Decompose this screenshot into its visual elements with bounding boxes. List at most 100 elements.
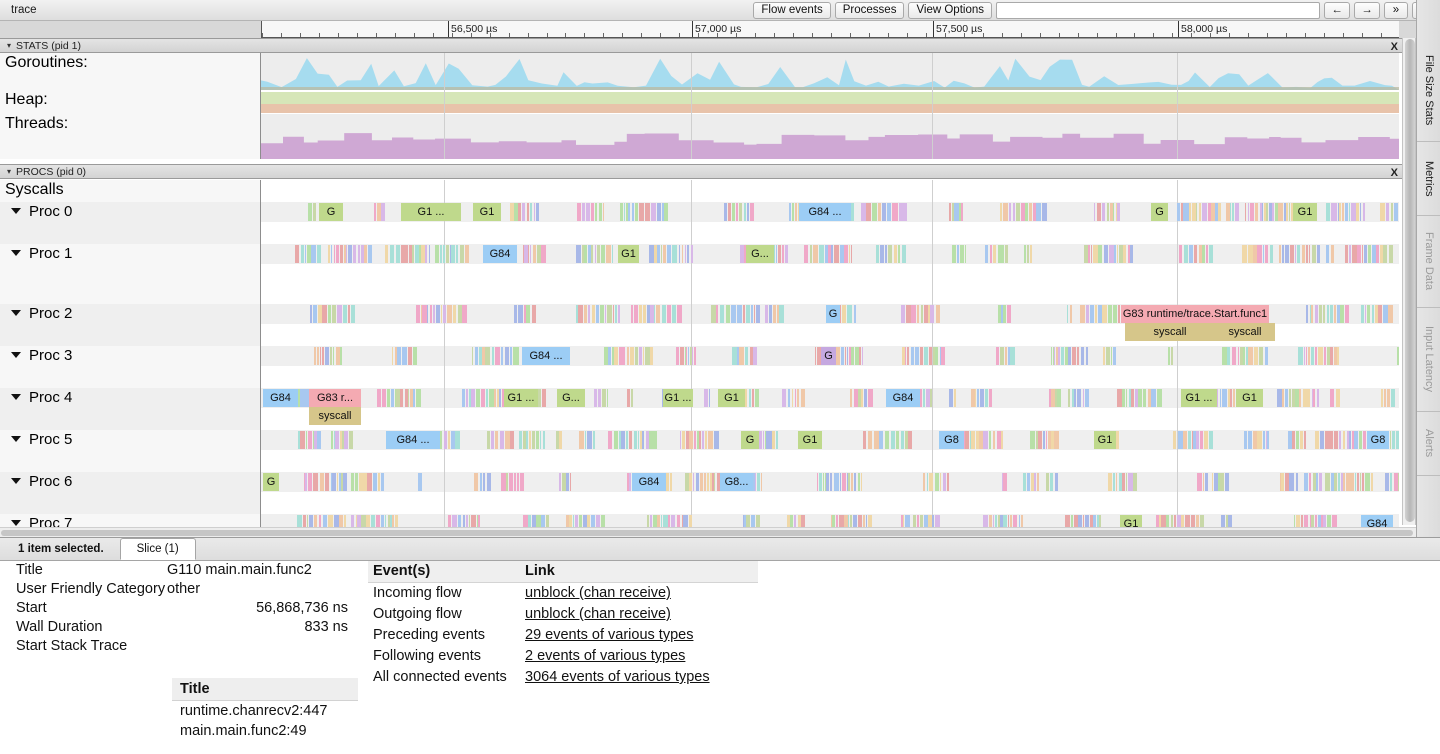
processes-button[interactable]: Processes (835, 2, 905, 19)
trace-slice[interactable] (1126, 389, 1127, 407)
side-tab-alerts[interactable]: Alerts (1417, 412, 1440, 476)
trace-slice[interactable] (514, 305, 517, 323)
trace-slice[interactable] (746, 305, 750, 323)
trace-slice[interactable] (743, 305, 744, 323)
trace-slice[interactable] (466, 389, 468, 407)
trace-slice[interactable] (337, 305, 342, 323)
trace-slice[interactable] (1386, 203, 1389, 221)
trace-slice[interactable] (591, 245, 593, 263)
trace-slice[interactable] (501, 347, 504, 365)
trace-slice[interactable] (940, 473, 942, 491)
trace-slice[interactable] (1102, 305, 1106, 323)
trace-slice[interactable] (1292, 431, 1295, 449)
track-label-proc-4[interactable]: Proc 4 (0, 388, 261, 430)
trace-slice[interactable] (1362, 473, 1365, 491)
trace-slice[interactable] (756, 305, 760, 323)
trace-slice[interactable] (1300, 431, 1302, 449)
trace-slice[interactable] (328, 245, 330, 263)
trace-slice[interactable] (313, 203, 316, 221)
trace-slice[interactable] (847, 305, 852, 323)
trace-slice[interactable] (1196, 515, 1199, 527)
trace-slice[interactable] (1363, 431, 1366, 449)
side-tab-metrics[interactable]: Metrics (1417, 142, 1440, 216)
trace-slice[interactable] (639, 305, 642, 323)
trace-slice[interactable] (868, 203, 871, 221)
trace-slice[interactable] (765, 305, 767, 323)
trace-slice[interactable] (1248, 203, 1249, 221)
timeline-vertical-scrollbar[interactable] (1402, 38, 1416, 525)
trace-slice[interactable] (1225, 473, 1229, 491)
trace-slice[interactable] (416, 305, 420, 323)
trace-slice[interactable] (739, 347, 743, 365)
trace-slice[interactable] (614, 431, 619, 449)
chevron-down-icon[interactable] (11, 394, 21, 400)
trace-slice[interactable] (519, 431, 522, 449)
trace-slice[interactable] (377, 389, 382, 407)
trace-slice[interactable] (1108, 305, 1112, 323)
trace-slice[interactable] (1381, 389, 1384, 407)
trace-slice[interactable] (1227, 347, 1230, 365)
trace-slice[interactable] (1036, 203, 1041, 221)
trace-slice[interactable] (472, 347, 474, 365)
trace-slice[interactable] (1230, 389, 1232, 407)
trace-slice[interactable] (1181, 515, 1184, 527)
trace-slice[interactable] (1021, 515, 1024, 527)
trace-slice[interactable] (694, 347, 696, 365)
trace-slice[interactable] (536, 431, 539, 449)
trace-slice[interactable] (510, 431, 514, 449)
trace-slice[interactable] (1174, 515, 1177, 527)
trace-slice[interactable] (755, 473, 756, 491)
trace-slice[interactable] (538, 389, 541, 407)
track-label-proc-1[interactable]: Proc 1 (0, 244, 261, 304)
trace-slice[interactable] (303, 515, 306, 527)
trace-slice-labeled[interactable]: G84 (483, 245, 517, 263)
trace-slice[interactable] (836, 515, 838, 527)
trace-slice[interactable] (456, 245, 458, 263)
trace-slice[interactable] (1313, 389, 1315, 407)
trace-slice[interactable] (429, 245, 430, 263)
trace-slice[interactable] (845, 347, 846, 365)
trace-slice[interactable] (708, 431, 713, 449)
trace-slice[interactable] (664, 203, 668, 221)
trace-slice[interactable] (782, 245, 784, 263)
trace-slice-labeled[interactable]: G (821, 347, 836, 365)
trace-slice[interactable] (662, 305, 666, 323)
trace-slice-labeled[interactable]: G (1151, 203, 1168, 221)
trace-slice[interactable] (913, 515, 916, 527)
trace-slice[interactable] (1113, 203, 1114, 221)
trace-slice[interactable] (298, 431, 300, 449)
chevron-down-icon[interactable]: ▾ (7, 168, 11, 176)
trace-slice[interactable] (1090, 305, 1094, 323)
trace-slice[interactable] (453, 305, 457, 323)
trace-slice[interactable] (1244, 431, 1248, 449)
trace-slice[interactable] (861, 389, 864, 407)
trace-slice[interactable] (1304, 515, 1309, 527)
trace-slice[interactable] (295, 245, 299, 263)
trace-slice[interactable] (1267, 431, 1269, 449)
trace-slice[interactable] (745, 347, 748, 365)
trace-slice[interactable] (526, 305, 530, 323)
trace-slice[interactable] (1067, 305, 1068, 323)
stats-graph-threads[interactable] (261, 114, 1399, 159)
trace-slice[interactable] (569, 515, 572, 527)
trace-slice[interactable] (924, 347, 928, 365)
trace-slice[interactable] (842, 473, 846, 491)
trace-slice[interactable] (679, 245, 681, 263)
trace-slice[interactable] (425, 245, 427, 263)
trace-slice[interactable] (328, 305, 331, 323)
trace-slice[interactable] (1057, 389, 1061, 407)
trace-slice[interactable] (977, 389, 979, 407)
trace-slice[interactable] (1289, 473, 1294, 491)
trace-slice[interactable] (1330, 389, 1335, 407)
trace-slice[interactable] (1001, 431, 1002, 449)
trace-slice[interactable] (448, 515, 451, 527)
trace-slice[interactable] (1042, 203, 1047, 221)
trace-slice-labeled[interactable]: G84 (632, 473, 666, 491)
trace-slice[interactable] (691, 245, 693, 263)
trace-slice[interactable] (416, 389, 421, 407)
trace-slice[interactable] (862, 347, 864, 365)
trace-slice[interactable] (1054, 431, 1059, 449)
trace-slice-labeled[interactable]: G8... (720, 473, 753, 491)
trace-slice[interactable] (505, 347, 510, 365)
trace-slice[interactable] (923, 473, 925, 491)
